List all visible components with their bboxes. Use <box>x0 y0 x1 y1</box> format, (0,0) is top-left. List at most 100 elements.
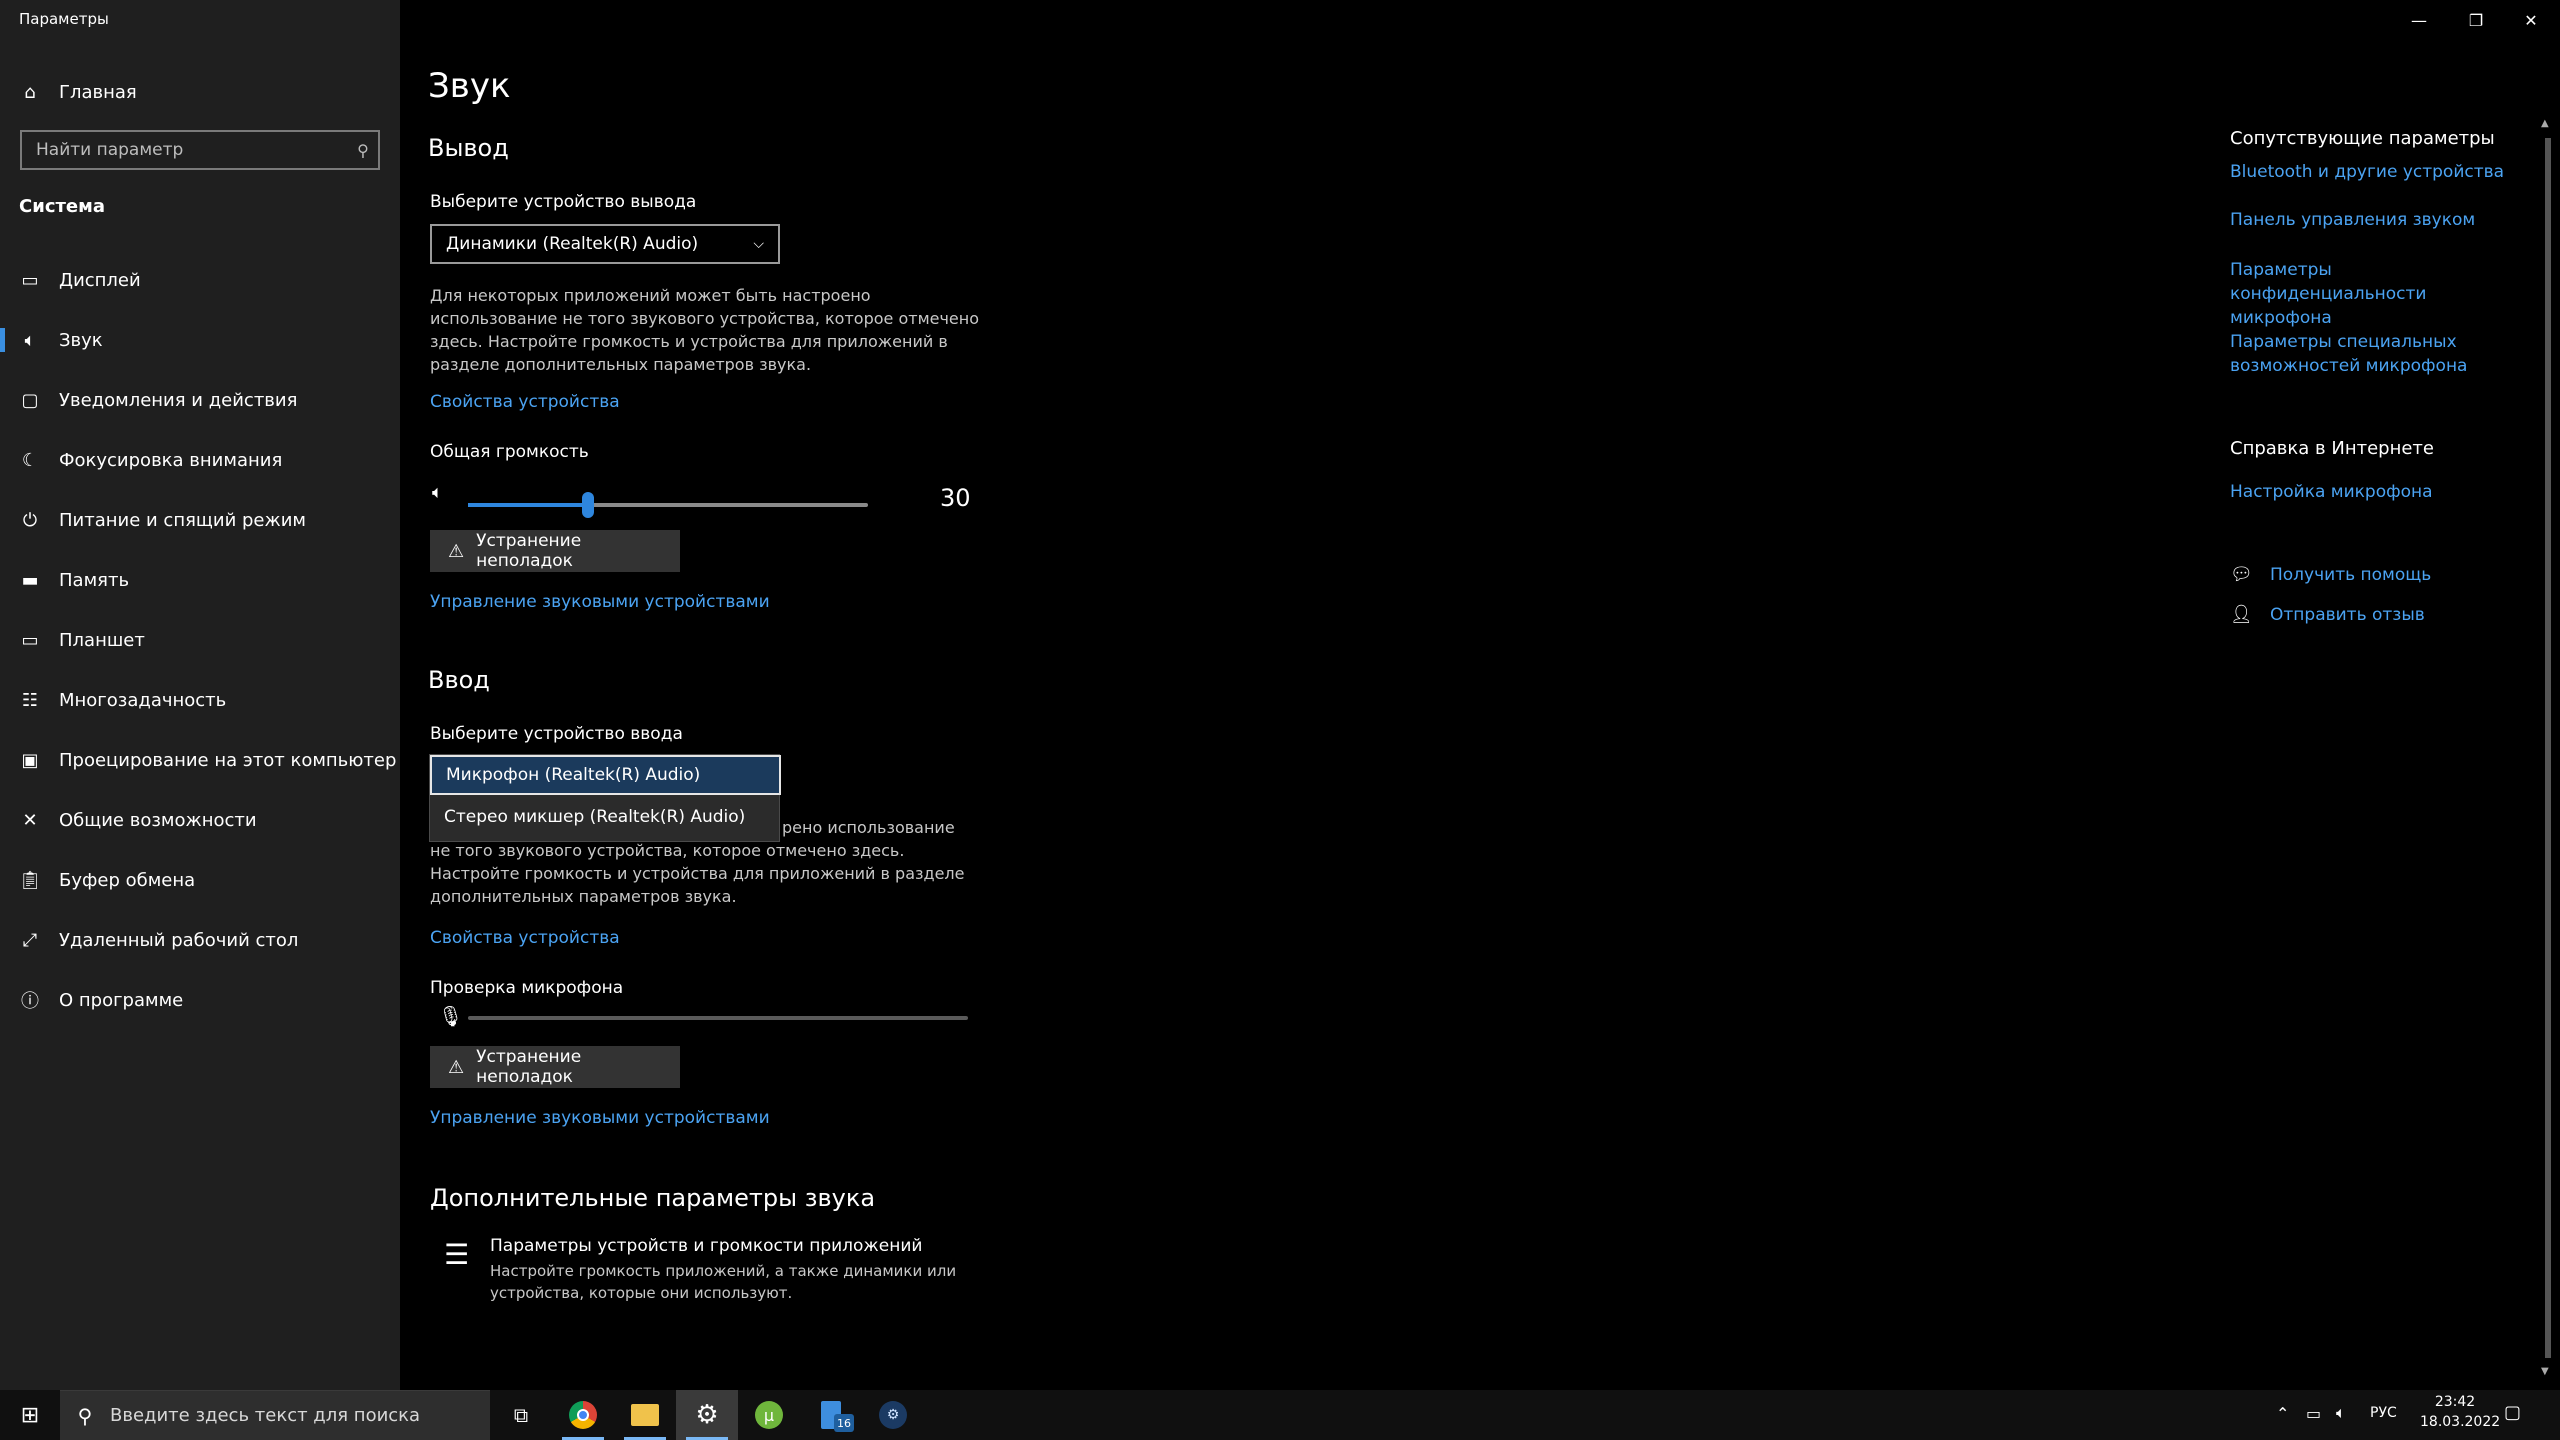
volume-tray-icon[interactable]: 🔈︎ <box>2336 1403 2346 1423</box>
input-device-option[interactable]: Стерео микшер (Realtek(R) Audio) <box>430 797 781 837</box>
taskbar-search[interactable]: ⚲ Введите здесь текст для поиска <box>60 1390 490 1440</box>
taskbar-utorrent[interactable]: μ <box>738 1390 800 1440</box>
volume-slider[interactable] <box>468 492 868 518</box>
sidebar-item-sound[interactable]: 🔈︎ Звук <box>0 312 400 368</box>
input-device-label: Выберите устройство ввода <box>430 724 683 744</box>
related-link-sound-panel[interactable]: Панель управления звуком <box>2230 210 2530 230</box>
notification-center-icon[interactable]: ▢ <box>2504 1402 2521 1423</box>
sidebar-item-tablet[interactable]: ▭ Планшет <box>0 612 400 668</box>
taskbar-steam[interactable]: ⚙ <box>862 1390 924 1440</box>
mic-test-label: Проверка микрофона <box>430 978 624 998</box>
taskbar: ⊞ ⚲ Введите здесь текст для поиска ⧉ ⚙ μ… <box>0 1390 2560 1440</box>
web-help-link[interactable]: Настройка микрофона <box>2230 482 2433 502</box>
output-manage-devices-link[interactable]: Управление звуковыми устройствами <box>430 592 770 612</box>
sidebar-item-home[interactable]: ⌂ Главная <box>0 64 400 120</box>
utorrent-icon: μ <box>755 1401 783 1429</box>
feedback-row[interactable]: 👤︎ Отправить отзыв <box>2230 604 2425 625</box>
sidebar-item-focus[interactable]: ☾ Фокусировка внимания <box>0 432 400 488</box>
sidebar: Параметры ⌂ Главная ⚲ Система ▭ Дисплей … <box>0 0 400 1390</box>
output-device-dropdown[interactable]: Динамики (Realtek(R) Audio) ⌵ <box>430 224 780 264</box>
search-icon: ⚲ <box>77 1403 93 1428</box>
feedback-link[interactable]: Отправить отзыв <box>2270 605 2425 625</box>
windows-logo-icon: ⊞ <box>20 1402 40 1428</box>
sidebar-item-storage[interactable]: ▬ Память <box>0 552 400 608</box>
input-device-option[interactable]: Микрофон (Realtek(R) Audio) <box>430 755 781 795</box>
input-troubleshoot-button[interactable]: ⚠ Устранение неполадок <box>430 1046 680 1088</box>
sliders-icon: ☰ <box>444 1238 470 1271</box>
sidebar-item-label: Главная <box>59 81 137 103</box>
scroll-up-icon[interactable]: ▲ <box>2541 118 2549 129</box>
home-icon: ⌂ <box>24 81 36 103</box>
scroll-down-icon[interactable]: ▼ <box>2541 1366 2549 1377</box>
sidebar-item-clipboard[interactable]: 📋︎ Буфер обмена <box>0 852 400 908</box>
clock[interactable]: 23:42 18.03.2022 <box>2420 1394 2500 1430</box>
sidebar-item-label: Память <box>59 569 130 591</box>
shared-experiences-icon: ✕ <box>22 809 38 831</box>
minimize-button[interactable]: — <box>2390 0 2448 40</box>
tray-overflow-icon[interactable]: ⌃ <box>2276 1404 2289 1423</box>
sidebar-item-label: Уведомления и действия <box>59 389 298 411</box>
taskbar-chrome[interactable] <box>552 1390 614 1440</box>
search-icon[interactable]: ⚲ <box>348 141 378 160</box>
input-device-properties-link[interactable]: Свойства устройства <box>430 928 620 948</box>
clock-time: 23:42 <box>2434 1394 2476 1410</box>
sidebar-item-label: О программе <box>59 989 184 1011</box>
sidebar-item-projecting[interactable]: ▣ Проецирование на этот компьютер <box>0 732 400 788</box>
input-device-dropdown-list[interactable]: Микрофон (Realtek(R) Audio) Стерео микше… <box>429 754 781 842</box>
display-icon: ▭ <box>21 269 39 291</box>
search-input[interactable] <box>22 140 348 160</box>
network-icon[interactable]: ▭ <box>2306 1404 2321 1423</box>
sidebar-item-multitasking[interactable]: ☷ Многозадачность <box>0 672 400 728</box>
sidebar-item-label: Дисплей <box>59 269 141 291</box>
get-help-row[interactable]: 💬︎ Получить помощь <box>2230 564 2431 585</box>
scrollbar[interactable]: ▲ ▼ <box>2541 118 2555 1380</box>
chevron-down-icon: ⌵ <box>753 236 764 252</box>
taskbar-settings[interactable]: ⚙ <box>676 1390 738 1440</box>
related-link-mic-accessibility[interactable]: Параметры специальных возможностей микро… <box>2230 330 2490 378</box>
volume-slider-thumb[interactable] <box>582 492 594 518</box>
close-button[interactable]: ✕ <box>2502 0 2560 40</box>
moon-icon: ☾ <box>21 449 39 471</box>
sidebar-item-label: Звук <box>59 329 103 351</box>
taskbar-explorer[interactable] <box>614 1390 676 1440</box>
taskbar-app-badge[interactable]: 16 <box>800 1390 862 1440</box>
close-icon: ✕ <box>2524 10 2538 30</box>
tablet-icon: ▭ <box>21 629 39 651</box>
sidebar-item-shared[interactable]: ✕ Общие возможности <box>0 792 400 848</box>
output-description: Для некоторых приложений может быть наст… <box>430 286 980 374</box>
web-help-heading: Справка в Интернете <box>2230 438 2434 459</box>
language-indicator[interactable]: РУС <box>2370 1405 2397 1421</box>
sidebar-item-notifications[interactable]: ▢ Уведомления и действия <box>0 372 400 428</box>
related-link-mic-privacy[interactable]: Параметры конфиденциальности микрофона <box>2230 258 2530 330</box>
related-heading: Сопутствующие параметры <box>2230 128 2495 149</box>
sidebar-item-remote-desktop[interactable]: ⤢ Удаленный рабочий стол <box>0 912 400 968</box>
input-troubleshoot-label: Устранение неполадок <box>476 1047 582 1087</box>
sidebar-item-power[interactable]: ⏻ Питание и спящий режим <box>0 492 400 548</box>
folder-icon <box>631 1404 659 1426</box>
output-device-value: Динамики (Realtek(R) Audio) <box>446 234 699 254</box>
sidebar-item-label: Фокусировка внимания <box>59 449 283 471</box>
projecting-icon: ▣ <box>21 749 39 771</box>
sidebar-item-label: Удаленный рабочий стол <box>59 929 299 951</box>
related-link-bluetooth[interactable]: Bluetooth и другие устройства <box>2230 162 2530 182</box>
output-troubleshoot-button[interactable]: ⚠ Устранение неполадок <box>430 530 680 572</box>
maximize-button[interactable]: ❐ <box>2447 0 2505 40</box>
start-button[interactable]: ⊞ <box>0 1390 60 1440</box>
output-device-properties-link[interactable]: Свойства устройства <box>430 392 620 412</box>
sidebar-item-about[interactable]: ⓘ О программе <box>0 972 400 1028</box>
sidebar-item-label: Питание и спящий режим <box>59 509 306 531</box>
sidebar-item-display[interactable]: ▭ Дисплей <box>0 252 400 308</box>
speaker-icon[interactable]: 🔈︎ <box>432 482 443 503</box>
scrollbar-thumb[interactable] <box>2545 138 2551 1358</box>
search-field[interactable]: ⚲ <box>20 130 380 170</box>
sidebar-item-label: Многозадачность <box>59 689 227 711</box>
storage-icon: ▬ <box>21 569 39 591</box>
speaker-icon: 🔈︎ <box>24 329 36 351</box>
task-view-button[interactable]: ⧉ <box>490 1390 552 1440</box>
restore-icon: ❐ <box>2468 10 2484 30</box>
app-volume-settings-item[interactable]: ☰ Параметры устройств и громкости прилож… <box>440 1236 1040 1306</box>
input-manage-devices-link[interactable]: Управление звуковыми устройствами <box>430 1108 770 1128</box>
get-help-link[interactable]: Получить помощь <box>2270 565 2431 585</box>
section-label: Система <box>19 196 105 217</box>
multitasking-icon: ☷ <box>21 689 39 711</box>
